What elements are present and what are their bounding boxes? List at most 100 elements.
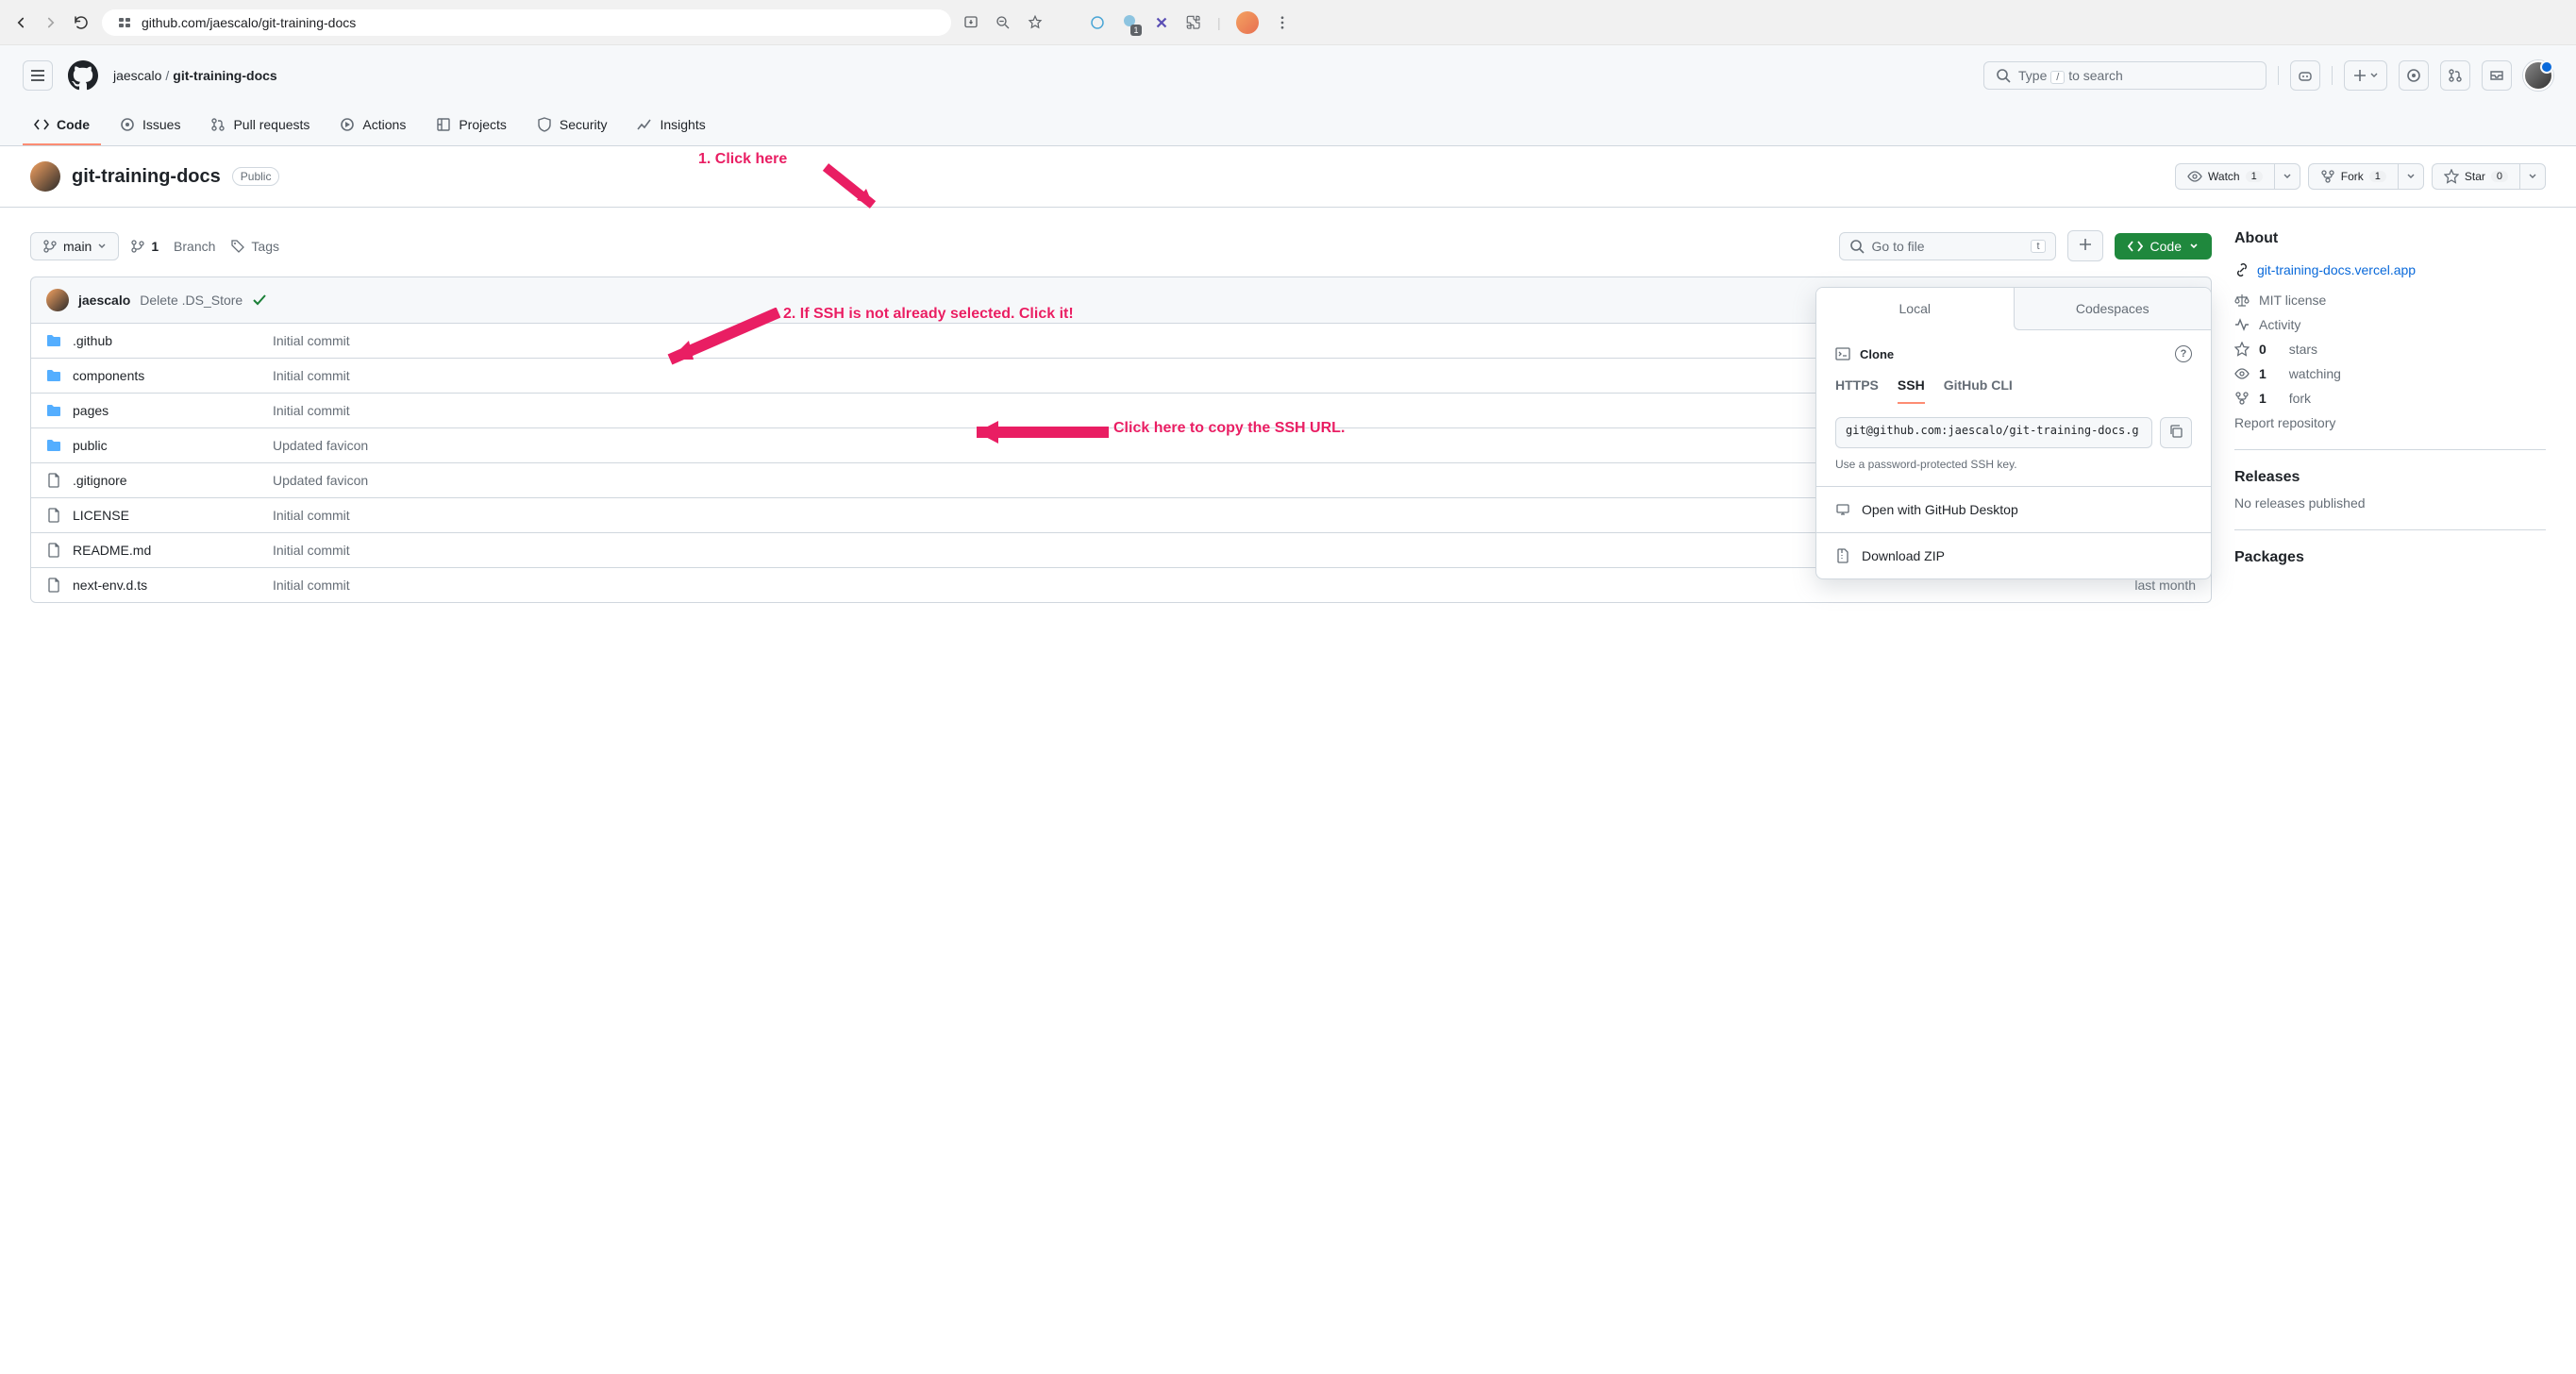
add-file-button[interactable] (2067, 230, 2103, 261)
tab-security[interactable]: Security (526, 106, 619, 145)
extensions-icon[interactable] (1185, 14, 1202, 31)
clone-tab-https[interactable]: HTTPS (1835, 377, 1879, 404)
zip-icon (1835, 548, 1850, 563)
watch-button[interactable]: Watch1 (2175, 163, 2274, 190)
fork-button[interactable]: Fork1 (2308, 163, 2398, 190)
visibility-badge: Public (232, 167, 280, 186)
pulse-icon (2234, 317, 2250, 332)
file-name[interactable]: .gitignore (73, 473, 261, 488)
clone-hint: Use a password-protected SSH key. (1835, 458, 2192, 471)
license-link[interactable]: MIT license (2234, 293, 2546, 308)
install-icon[interactable] (962, 14, 979, 31)
report-link[interactable]: Report repository (2234, 415, 2546, 430)
go-to-file-input[interactable]: Go to file t (1839, 232, 2056, 260)
tab-actions[interactable]: Actions (328, 106, 417, 145)
commit-message[interactable]: Delete .DS_Store (140, 293, 243, 308)
repo-website-link[interactable]: git-training-docs.vercel.app (2234, 262, 2546, 277)
fork-icon (2234, 391, 2250, 406)
code-icon (2128, 239, 2143, 254)
owner-avatar[interactable] (30, 161, 60, 192)
watching-link[interactable]: 1 watching (2234, 366, 2546, 381)
ext2-icon[interactable] (1121, 12, 1138, 32)
repo-header: git-training-docs Public Watch1 Fork1 St… (0, 146, 2576, 208)
folder-icon (46, 368, 61, 383)
stars-link[interactable]: 0 stars (2234, 342, 2546, 357)
desktop-icon (1835, 502, 1850, 517)
file-icon (46, 543, 61, 558)
branch-selector[interactable]: main (30, 232, 119, 260)
pull-requests-button[interactable] (2440, 60, 2470, 91)
dd-tab-codespaces[interactable]: Codespaces (2014, 288, 2212, 330)
tab-pull-requests[interactable]: Pull requests (199, 106, 321, 145)
file-icon (46, 473, 61, 488)
file-icon (46, 578, 61, 593)
code-dropdown-button[interactable]: Code (2115, 233, 2212, 260)
forks-link[interactable]: 1 fork (2234, 391, 2546, 406)
browser-menu-icon[interactable] (1274, 14, 1291, 31)
tab-issues[interactable]: Issues (109, 106, 192, 145)
clone-tab-cli[interactable]: GitHub CLI (1944, 377, 2013, 404)
breadcrumb-owner[interactable]: jaescalo (113, 68, 161, 83)
file-name[interactable]: next-env.d.ts (73, 578, 261, 593)
tab-code[interactable]: Code (23, 106, 101, 145)
star-button[interactable]: Star0 (2432, 163, 2519, 190)
file-name[interactable]: public (73, 438, 261, 453)
clone-tab-ssh[interactable]: SSH (1898, 377, 1925, 404)
file-commit-message[interactable]: Initial commit (273, 578, 2090, 593)
star-caret[interactable] (2519, 163, 2546, 190)
clone-help-button[interactable]: ? (2175, 345, 2192, 362)
bookmark-star-icon[interactable] (1027, 14, 1044, 31)
file-name[interactable]: README.md (73, 543, 261, 558)
branches-link[interactable]: 1 Branch (130, 239, 215, 254)
search-label: Type / to search (2018, 68, 2123, 83)
file-name[interactable]: .github (73, 333, 261, 348)
activity-link[interactable]: Activity (2234, 317, 2546, 332)
site-info-icon (117, 15, 132, 30)
tab-insights[interactable]: Insights (626, 106, 716, 145)
copilot-button[interactable] (2290, 60, 2320, 91)
dd-tab-local[interactable]: Local (1816, 288, 2014, 330)
back-icon[interactable] (11, 13, 30, 32)
profile-avatar[interactable] (1236, 11, 1259, 34)
url-text: github.com/jaescalo/git-training-docs (142, 15, 356, 30)
tags-link[interactable]: Tags (230, 239, 279, 254)
file-name[interactable]: components (73, 368, 261, 383)
repo-nav: Code Issues Pull requests Actions Projec… (0, 106, 2576, 146)
tab-projects[interactable]: Projects (425, 106, 518, 145)
breadcrumb-repo[interactable]: git-training-docs (173, 68, 276, 83)
clone-url-input[interactable]: git@github.com:jaescalo/git-training-doc… (1835, 417, 2152, 448)
file-time: last month (2101, 578, 2196, 593)
repo-title: git-training-docs (72, 166, 221, 188)
zoom-icon[interactable] (995, 14, 1012, 31)
file-name[interactable]: LICENSE (73, 508, 261, 523)
ext1-icon[interactable] (1089, 14, 1106, 31)
packages-heading: Packages (2234, 549, 2546, 566)
hamburger-menu[interactable] (23, 60, 53, 91)
global-search[interactable]: Type / to search (1983, 61, 2267, 90)
chevron-down-icon (97, 242, 107, 251)
file-name[interactable]: pages (73, 403, 261, 418)
copy-url-button[interactable] (2160, 417, 2192, 448)
watch-caret[interactable] (2274, 163, 2300, 190)
download-zip-button[interactable]: Download ZIP (1816, 532, 2211, 578)
file-icon (46, 508, 61, 523)
github-logo[interactable] (68, 60, 98, 91)
issues-button[interactable] (2399, 60, 2429, 91)
scale-icon (2234, 293, 2250, 308)
chevron-down-icon (2189, 242, 2199, 251)
create-new-button[interactable] (2344, 60, 2387, 91)
ext3-icon[interactable] (1153, 14, 1170, 31)
check-icon (252, 293, 267, 308)
commit-author-avatar[interactable] (46, 289, 69, 311)
reload-icon[interactable] (72, 13, 91, 32)
branch-icon (42, 239, 58, 254)
fork-caret[interactable] (2398, 163, 2424, 190)
inbox-button[interactable] (2482, 60, 2512, 91)
user-avatar[interactable] (2523, 60, 2553, 91)
about-heading: About (2234, 230, 2546, 247)
commit-author[interactable]: jaescalo (78, 293, 130, 308)
url-bar[interactable]: github.com/jaescalo/git-training-docs (102, 9, 951, 36)
code-dropdown: Local Codespaces Clone ? HTTPS SSH GitHu… (1815, 287, 2212, 579)
open-desktop-button[interactable]: Open with GitHub Desktop (1816, 486, 2211, 532)
folder-icon (46, 438, 61, 453)
